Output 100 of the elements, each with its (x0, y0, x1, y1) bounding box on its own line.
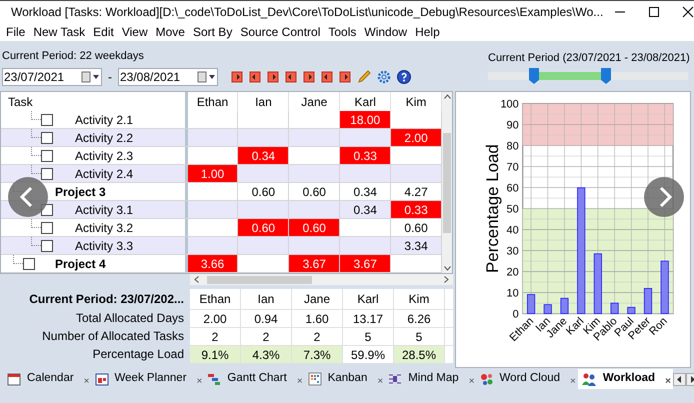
menu-item[interactable]: New Task (29, 22, 90, 40)
menu-item[interactable]: View (118, 22, 152, 40)
task-name[interactable]: Activity 2.3 (75, 146, 134, 164)
scroll-left-icon[interactable] (194, 276, 199, 283)
view-tab[interactable]: Word Cloud × (476, 369, 578, 389)
previous-button[interactable] (8, 177, 48, 217)
menu-item[interactable]: Move (152, 22, 189, 40)
axis-tick-label: 100 (500, 98, 519, 111)
allocation-cell: 1.00 (188, 165, 238, 182)
slider-thumb[interactable] (529, 68, 539, 84)
slider-thumb[interactable] (600, 68, 611, 84)
menu-item[interactable]: File (2, 22, 30, 40)
scroll-right-icon[interactable] (444, 276, 449, 283)
scroll-thumb[interactable] (207, 276, 312, 284)
vertical-scrollbar[interactable] (442, 92, 452, 273)
allocation-cell: 0.60 (289, 219, 340, 236)
start-date-field[interactable]: 23/07/2021 (2, 68, 102, 86)
tab-close-button[interactable]: × (196, 374, 202, 389)
allocation-cell: 0.34 (340, 183, 392, 200)
task-name[interactable]: Activity 2.2 (75, 128, 134, 146)
tab-close-button[interactable]: × (377, 374, 384, 389)
checkbox[interactable] (41, 114, 53, 126)
checkbox[interactable] (41, 168, 53, 180)
axis-tick-label: 60 (506, 182, 519, 195)
bar-start-icon[interactable] (248, 70, 262, 84)
column-header[interactable]: Jane (301, 92, 328, 110)
summary-cell: 7.3% (292, 346, 343, 363)
next-button[interactable] (644, 177, 684, 217)
allocation-cell: 0.60 (289, 183, 340, 200)
column-header[interactable]: Task (8, 92, 33, 110)
task-name[interactable]: Activity 2.4 (75, 164, 134, 182)
view-tab[interactable]: Week Planner × (92, 369, 204, 389)
allocation-cell: 0.34 (238, 147, 290, 164)
allocation-cell: 3.67 (340, 255, 392, 272)
end-date-field[interactable]: 23/08/2021 (118, 68, 218, 86)
allocation-cell: 2.00 (391, 129, 442, 146)
summary-cell: 0.94 (241, 310, 292, 327)
tab-close-button[interactable]: × (665, 374, 671, 389)
summary-cell: 6.26 (394, 310, 445, 327)
calendar-dropdown-icon (81, 71, 101, 83)
checkbox[interactable] (41, 150, 53, 162)
task-name[interactable]: Activity 2.1 (75, 110, 134, 128)
summary-cell: 2 (292, 328, 343, 345)
checkbox[interactable] (41, 222, 53, 234)
menu-item[interactable]: Window (360, 22, 412, 40)
column-header[interactable]: Ian (255, 92, 272, 110)
bar (594, 253, 602, 314)
help-icon[interactable] (396, 69, 412, 85)
bar-end-icon[interactable] (230, 70, 244, 84)
column-header: Karl (343, 289, 394, 309)
column-header[interactable]: Kim (406, 92, 426, 110)
window-title: Workload [Tasks: Workload][D:\_code\ToDoList_Dev\Core\ToDoList\unicode_Debug\Resources\Examples\Wo... (11, 4, 604, 20)
horizontal-scrollbar[interactable] (190, 274, 453, 285)
calendar-dropdown-icon (197, 71, 217, 83)
view-tab[interactable]: Mind Map × (385, 369, 477, 389)
task-name[interactable]: Activity 3.1 (75, 200, 134, 218)
task-name[interactable]: Project 4 (55, 254, 106, 272)
scroll-thumb[interactable] (443, 132, 451, 232)
summary-label: Number of Allocated Tasks (42, 328, 184, 345)
bar-collapse-icon[interactable] (284, 70, 298, 84)
summary-cell: 9.1% (190, 346, 241, 363)
column-header[interactable]: Ethan (196, 92, 228, 110)
menu-item[interactable]: Edit (89, 22, 118, 40)
summary-cell: 13.17 (343, 310, 394, 327)
tab-close-button[interactable]: × (468, 374, 475, 389)
bar-end-icon[interactable] (302, 70, 316, 84)
view-tab[interactable]: Calendar × (4, 369, 92, 389)
menu-item[interactable]: Sort By (188, 22, 236, 40)
scroll-up-icon[interactable] (444, 94, 450, 99)
task-name[interactable]: Activity 3.3 (75, 236, 134, 254)
task-name[interactable]: Project 3 (55, 182, 106, 200)
view-tab[interactable]: Gantt Chart × (204, 369, 305, 389)
bar-start-icon[interactable] (266, 70, 280, 84)
checkbox[interactable] (41, 132, 53, 144)
tab-scroll-left-icon[interactable] (672, 372, 686, 386)
scroll-down-icon[interactable] (444, 266, 450, 271)
slider-range (539, 72, 601, 80)
axis-tick-label: 90 (506, 120, 519, 132)
bar (610, 302, 619, 314)
checkbox[interactable] (41, 240, 53, 252)
menu-item[interactable]: Tools (324, 22, 360, 40)
axis-tick-label: 30 (506, 246, 519, 258)
checkbox[interactable] (23, 258, 35, 270)
bar-end-icon[interactable] (320, 70, 334, 84)
menu-item[interactable]: Source Control (236, 22, 324, 40)
view-tab[interactable]: Kanban × (304, 369, 386, 389)
view-tab[interactable]: Workload × (578, 369, 673, 389)
allocation-cell: 3.67 (289, 255, 340, 272)
column-header[interactable]: Karl (354, 92, 376, 110)
tab-close-button[interactable]: × (570, 374, 576, 389)
settings-icon[interactable] (376, 69, 392, 85)
axis-tick-label: 0 (512, 308, 519, 321)
task-name[interactable]: Activity 3.2 (75, 218, 134, 236)
tab-close-button[interactable]: × (84, 374, 90, 389)
allocation-cell: 0.33 (391, 201, 442, 218)
tab-close-button[interactable]: × (296, 374, 303, 389)
summary-cell: 5 (343, 328, 394, 345)
date-separator: - (108, 69, 112, 86)
menu-item[interactable]: Help (411, 22, 444, 40)
bar-end-icon[interactable] (338, 70, 352, 84)
